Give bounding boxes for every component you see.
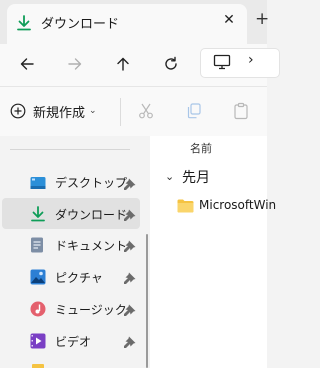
download-icon	[30, 206, 46, 226]
pin-icon[interactable]	[123, 238, 137, 252]
column-header-name[interactable]: 名前	[190, 140, 212, 156]
sidebar-item-label: デスクトップ	[55, 176, 128, 190]
pin-icon[interactable]	[123, 302, 137, 316]
pictures-icon	[30, 269, 46, 289]
address-bar[interactable]	[200, 48, 280, 78]
copy-icon	[187, 103, 201, 119]
folder-icon	[32, 364, 44, 368]
sidebar-item-label: ドキュメント	[55, 239, 128, 253]
forward-button[interactable]	[61, 50, 89, 78]
music-icon	[30, 301, 46, 321]
sidebar-item-label: ピクチャ	[55, 271, 103, 285]
file-name[interactable]: MicrosoftWin	[199, 198, 276, 212]
scissors-icon	[139, 103, 153, 119]
new-button-label: 新規作成	[33, 105, 86, 121]
chevron-down-icon: ⌄	[89, 106, 97, 116]
command-divider	[120, 98, 121, 126]
breadcrumb-chevron-icon[interactable]: ›	[248, 52, 254, 68]
sidebar-item-label: ビデオ	[55, 335, 92, 349]
close-tab-button[interactable]: ✕	[220, 11, 238, 29]
refresh-button[interactable]	[157, 50, 185, 78]
sidebar-scrollbar[interactable]	[146, 234, 148, 368]
group-header[interactable]: 先月	[182, 167, 210, 187]
refresh-icon	[165, 56, 177, 70]
plus-circle-icon	[10, 103, 26, 119]
download-icon	[16, 15, 32, 35]
arrow-left-icon	[20, 58, 34, 70]
back-button[interactable]	[13, 50, 41, 78]
pin-icon[interactable]	[123, 270, 137, 284]
up-button[interactable]	[109, 50, 137, 78]
paste-button[interactable]	[229, 100, 253, 122]
pin-icon[interactable]	[123, 334, 137, 348]
video-icon	[30, 333, 46, 353]
monitor-icon	[213, 54, 231, 74]
arrow-right-icon	[68, 58, 82, 70]
clipboard-icon	[234, 102, 248, 120]
arrow-up-icon	[117, 57, 129, 71]
pin-icon[interactable]	[123, 176, 137, 190]
sidebar-item-label: ミュージック	[55, 303, 127, 317]
cut-button[interactable]	[134, 100, 158, 122]
folder-icon	[177, 198, 194, 217]
document-icon	[30, 237, 44, 257]
desktop-icon	[30, 175, 46, 194]
tab-title: ダウンロード	[41, 17, 120, 32]
sidebar-item-label: ダウンロード	[55, 208, 128, 222]
new-button[interactable]: 新規作成 ⌄	[10, 95, 110, 127]
new-tab-button[interactable]: +	[255, 9, 269, 29]
copy-button[interactable]	[182, 100, 206, 122]
chevron-down-icon[interactable]: ⌄	[165, 170, 174, 183]
sidebar-divider	[10, 149, 130, 150]
pin-icon[interactable]	[123, 207, 137, 221]
